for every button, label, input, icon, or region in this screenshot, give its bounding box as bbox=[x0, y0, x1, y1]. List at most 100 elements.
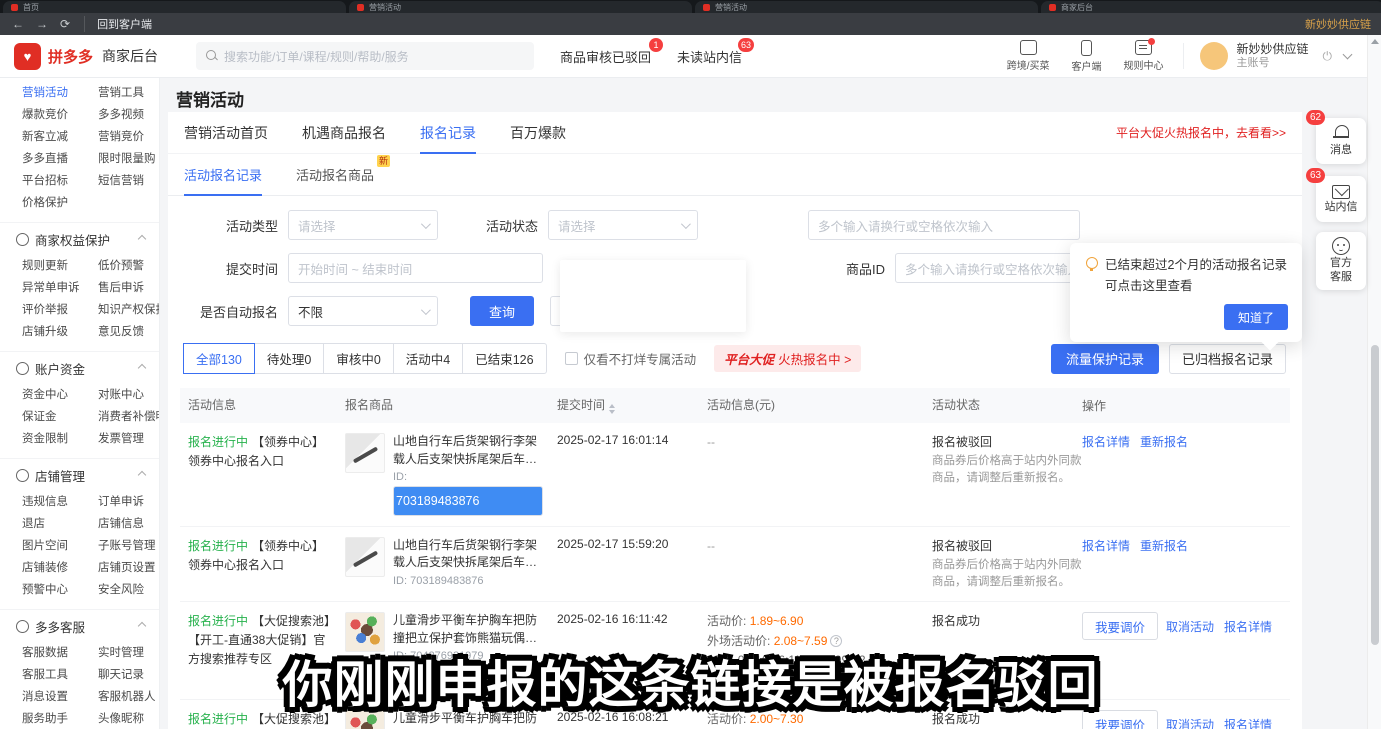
status-tab[interactable]: 全部130 bbox=[183, 343, 255, 374]
got-it-button[interactable]: 知道了 bbox=[1224, 304, 1288, 330]
sidebar-item[interactable]: 短信营销 bbox=[98, 170, 159, 192]
sidebar-item[interactable]: 价格保护 bbox=[22, 192, 82, 214]
unread-mail-link[interactable]: 未读站内信 63 bbox=[677, 47, 742, 66]
product-image[interactable] bbox=[345, 433, 385, 473]
sidebar-item[interactable]: 规则更新 bbox=[22, 255, 82, 277]
sidebar-item[interactable]: 多多视频 bbox=[98, 104, 159, 126]
browser-profile[interactable]: 新妙妙供应链 bbox=[1305, 16, 1371, 32]
main-tab[interactable]: 营销活动首页 bbox=[184, 112, 268, 154]
sidebar-item[interactable]: 订单申诉 bbox=[98, 491, 159, 513]
sidebar-item[interactable]: 低价预警 bbox=[98, 255, 160, 277]
status-tab[interactable]: 待处理0 bbox=[254, 343, 324, 374]
sidebar-item[interactable]: 多多直播 bbox=[22, 148, 82, 170]
reload-icon[interactable]: ⟳ bbox=[60, 17, 70, 31]
site-mail-button[interactable]: 63 站内信 bbox=[1316, 176, 1366, 222]
review-rejected-link[interactable]: 商品审核已驳回 1 bbox=[560, 47, 651, 66]
avatar[interactable] bbox=[1200, 42, 1228, 70]
main-tab[interactable]: 百万爆款 bbox=[510, 112, 566, 154]
official-service-button[interactable]: 官方客服 bbox=[1316, 232, 1366, 290]
header-link-crossborder[interactable]: 跨境/买菜 bbox=[1007, 40, 1050, 72]
query-button[interactable]: 查询 bbox=[470, 296, 534, 326]
sidebar-item[interactable]: 发票管理 bbox=[98, 428, 160, 450]
scrollbar-thumb[interactable] bbox=[1371, 345, 1379, 645]
sidebar-item[interactable]: 店铺信息 bbox=[98, 513, 159, 535]
exclusive-activity-checkbox[interactable] bbox=[565, 352, 578, 365]
sidebar-item[interactable]: 营销工具 bbox=[98, 82, 159, 104]
goods-id-input[interactable]: 多个输入请换行或空格依次输入 bbox=[895, 253, 1081, 283]
sidebar-item[interactable]: 异常单申诉 bbox=[22, 277, 82, 299]
status-tab[interactable]: 审核中0 bbox=[323, 343, 393, 374]
action-link[interactable]: 报名详情 bbox=[1082, 433, 1130, 450]
page-scrollbar[interactable] bbox=[1367, 35, 1381, 729]
sidebar-item[interactable]: 消费者补偿明细 bbox=[98, 406, 160, 428]
sidebar-item[interactable]: 安全风险 bbox=[98, 579, 159, 601]
traffic-protection-button[interactable]: 流量保护记录 bbox=[1051, 344, 1159, 374]
back-icon[interactable]: ← bbox=[12, 17, 24, 31]
sidebar-item[interactable]: 违规信息 bbox=[22, 491, 82, 513]
sidebar-item[interactable]: 子账号管理 bbox=[98, 535, 159, 557]
messages-button[interactable]: 62 消息 bbox=[1316, 118, 1366, 164]
browser-tab[interactable]: 商家后台 bbox=[1041, 1, 1381, 13]
tab-title: 首页 bbox=[23, 2, 39, 13]
sidebar-item[interactable]: 对账中心 bbox=[98, 384, 160, 406]
main-tab[interactable]: 机遇商品报名 bbox=[302, 112, 386, 154]
sidebar-group-header[interactable]: 店铺管理 bbox=[0, 459, 159, 491]
header-link-client[interactable]: 客户端 bbox=[1071, 40, 1101, 73]
sidebar-item[interactable]: 退店 bbox=[22, 513, 82, 535]
sidebar-group-header[interactable]: 多多客服 bbox=[0, 610, 159, 642]
action-link[interactable]: 报名详情 bbox=[1224, 618, 1272, 635]
sidebar-item[interactable]: 店铺装修 bbox=[22, 557, 82, 579]
product-image[interactable] bbox=[345, 537, 385, 577]
sub-tab[interactable]: 活动报名商品 新 bbox=[296, 153, 374, 196]
hot-promo-pill[interactable]: 平台大促火热报名中 > bbox=[714, 345, 861, 372]
action-link[interactable]: 取消活动 bbox=[1166, 618, 1214, 635]
header-link-rules[interactable]: 规则中心 bbox=[1123, 40, 1163, 72]
action-link[interactable]: 报名详情 bbox=[1224, 716, 1272, 729]
sidebar-group-header[interactable]: 账户资金 bbox=[0, 352, 159, 384]
sidebar-item[interactable]: 知识产权保护 bbox=[98, 299, 160, 321]
promo-link[interactable]: 平台大促火热报名中，去看看>> bbox=[1116, 124, 1286, 141]
scroll-up-arrow[interactable] bbox=[1371, 39, 1379, 44]
browser-tab[interactable]: 营销活动 bbox=[349, 1, 692, 13]
sortable-header[interactable]: 提交时间 bbox=[557, 396, 707, 415]
status-tab[interactable]: 活动中4 bbox=[393, 343, 463, 374]
pinduoduo-logo-icon[interactable]: ♥ bbox=[14, 43, 41, 70]
sidebar-item[interactable]: 资金限制 bbox=[22, 428, 82, 450]
action-link[interactable]: 重新报名 bbox=[1140, 433, 1188, 450]
activity-status-select[interactable]: 请选择 bbox=[548, 210, 698, 240]
sidebar-item[interactable]: 店铺升级 bbox=[22, 321, 82, 343]
auto-signup-select[interactable]: 不限 bbox=[288, 296, 438, 326]
sidebar-item[interactable]: 店铺页设置 bbox=[98, 557, 159, 579]
status-tab[interactable]: 已结束126 bbox=[462, 343, 546, 374]
address-text[interactable]: 回到客户端 bbox=[84, 16, 152, 32]
sidebar-item[interactable]: 保证金 bbox=[22, 406, 82, 428]
adjust-price-button[interactable]: 我要调价 bbox=[1082, 612, 1158, 640]
action-link[interactable]: 取消活动 bbox=[1166, 716, 1214, 729]
sidebar-item[interactable]: 营销竞价 bbox=[98, 126, 159, 148]
sidebar-item[interactable]: 爆款竞价 bbox=[22, 104, 82, 126]
sidebar-item[interactable]: 评价举报 bbox=[22, 299, 82, 321]
sidebar-item[interactable]: 营销活动 bbox=[22, 82, 82, 104]
sidebar-item[interactable]: 预警中心 bbox=[22, 579, 82, 601]
main-tab[interactable]: 报名记录 bbox=[420, 112, 476, 154]
sidebar-item[interactable]: 售后申诉 bbox=[98, 277, 160, 299]
action-link[interactable]: 重新报名 bbox=[1140, 537, 1188, 554]
browser-tab[interactable]: 首页 bbox=[3, 1, 346, 13]
sidebar-item[interactable]: 资金中心 bbox=[22, 384, 82, 406]
sub-tab[interactable]: 活动报名记录 bbox=[184, 153, 262, 196]
sidebar-item[interactable]: 限时限量购 bbox=[98, 148, 159, 170]
sidebar-item[interactable]: 图片空间 bbox=[22, 535, 82, 557]
sidebar-item[interactable]: 意见反馈 bbox=[98, 321, 160, 343]
chevron-down-icon[interactable] bbox=[1343, 50, 1353, 60]
sidebar-item[interactable]: 平台招标 bbox=[22, 170, 82, 192]
sidebar-group-header[interactable]: 商家权益保护 bbox=[0, 223, 159, 255]
global-search-input[interactable]: 搜索功能/订单/课程/规则/帮助/服务 bbox=[196, 42, 534, 70]
submit-time-range-input[interactable]: 开始时间 ~ 结束时间 bbox=[288, 253, 543, 283]
activity-id-input[interactable]: 多个输入请换行或空格依次输入 bbox=[808, 210, 1080, 240]
forward-icon[interactable]: → bbox=[36, 17, 48, 31]
activity-type-select[interactable]: 请选择 bbox=[288, 210, 438, 240]
browser-tab[interactable]: 营销活动 bbox=[695, 1, 1038, 13]
logout-icon[interactable]: ⏻ bbox=[1323, 49, 1333, 64]
sidebar-item[interactable]: 新客立减 bbox=[22, 126, 82, 148]
action-link[interactable]: 报名详情 bbox=[1082, 537, 1130, 554]
